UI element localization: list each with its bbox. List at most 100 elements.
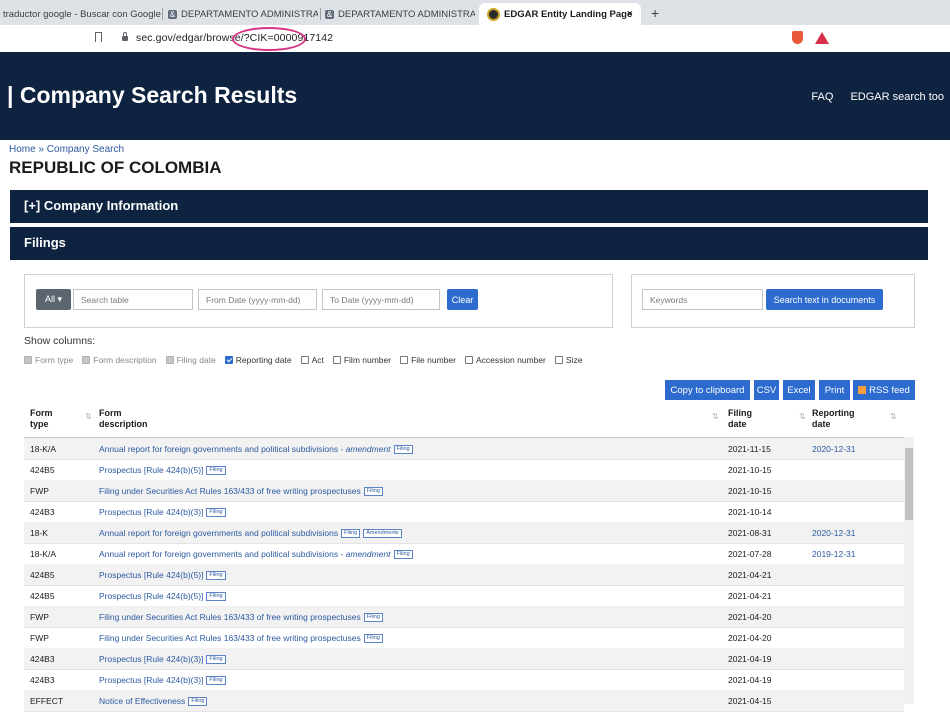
reporting-date-cell[interactable]: 2019-12-31 [812, 549, 855, 559]
new-tab-icon[interactable]: + [651, 5, 659, 21]
filing-button[interactable]: Filing [363, 487, 383, 497]
filing-button[interactable]: Filing [206, 676, 226, 686]
column-header-form-type[interactable]: Form type [30, 408, 70, 430]
filing-button[interactable]: Filing [206, 508, 226, 518]
form-description-cell: Filing under Securities Act Rules 163/43… [99, 612, 383, 623]
filing-button[interactable]: Filing [393, 445, 413, 455]
all-dropdown-button[interactable]: All ▾ [36, 289, 71, 310]
reporting-date-cell[interactable]: 2020-12-31 [812, 528, 855, 538]
tab-google[interactable]: traductor google - Buscar con Google [0, 3, 163, 25]
filing-button[interactable]: Filing [341, 529, 361, 539]
company-information-toggle[interactable]: [+] Company Information [10, 190, 928, 223]
amendments-button[interactable]: Amendments [363, 529, 402, 539]
form-description-link[interactable]: Filing under Securities Act Rules 163/43… [99, 612, 361, 622]
column-header-form-description[interactable]: Form description [99, 408, 159, 430]
checkbox-label: Reporting date [235, 355, 292, 365]
tab-departamento-1[interactable]: & DEPARTAMENTO ADMINISTRATIVO D [168, 3, 318, 25]
copy-to-clipboard-button[interactable]: Copy to clipboard [665, 380, 750, 400]
column-toggle-accession-number[interactable]: Accession number [464, 355, 546, 365]
filing-button[interactable]: Filing [206, 655, 226, 665]
checkbox-form-description [82, 356, 91, 364]
form-type-cell: 424B5 [30, 591, 55, 601]
filing-date-cell: 2021-04-20 [728, 612, 772, 622]
form-description-cell: Annual report for foreign governments an… [99, 444, 413, 455]
checkbox-file-number[interactable] [400, 356, 409, 364]
form-description-link[interactable]: Filing under Securities Act Rules 163/43… [99, 486, 361, 496]
brave-shield-icon[interactable] [792, 31, 803, 44]
column-header-reporting-date[interactable]: Reporting date [812, 408, 862, 430]
filing-button[interactable]: Filing [188, 697, 208, 707]
column-toggle-act[interactable]: Act [300, 355, 324, 365]
column-toggle-file-number[interactable]: File number [400, 355, 456, 365]
site-header: | Company Search Results FAQ EDGAR searc… [0, 52, 950, 140]
form-description-link[interactable]: Annual report for foreign governments an… [99, 549, 346, 559]
sort-icon[interactable]: ⇅ [890, 412, 897, 421]
form-description-cell: Prospectus [Rule 424(b)(3)] Filing [99, 675, 226, 686]
filing-button[interactable]: Filing [206, 592, 226, 602]
form-description-link[interactable]: Annual report for foreign governments an… [99, 528, 338, 538]
from-date-input[interactable]: From Date (yyyy-mm-dd) [198, 289, 317, 310]
filing-button[interactable]: Filing [206, 571, 226, 581]
page-title: | Company Search Results [7, 82, 298, 108]
excel-button[interactable]: Excel [783, 380, 815, 400]
form-type-cell: FWP [30, 633, 49, 643]
keywords-input[interactable]: Keywords [642, 289, 763, 310]
column-toggle-reporting-date[interactable]: Reporting date [224, 355, 292, 365]
form-description-link[interactable]: Prospectus [Rule 424(b)(3)] [99, 654, 203, 664]
form-description-link[interactable]: Prospectus [Rule 424(b)(5)] [99, 570, 203, 580]
column-header-filing-date[interactable]: Filing date [728, 408, 768, 430]
table-row: 424B5 Prospectus [Rule 424(b)(5)] Filing 20… [24, 459, 904, 481]
form-type-cell: 18-K/A [30, 549, 56, 559]
table-row: 18-K Annual report for foreign government… [24, 522, 904, 544]
rewards-triangle-icon[interactable] [815, 32, 829, 44]
clear-button[interactable]: Clear [447, 289, 478, 310]
checkbox-size[interactable] [554, 356, 563, 364]
form-description-cell: Filing under Securities Act Rules 163/43… [99, 633, 383, 644]
filing-date-cell: 2021-04-21 [728, 570, 772, 580]
filing-button[interactable]: Filing [363, 634, 383, 644]
form-description-link[interactable]: Filing under Securities Act Rules 163/43… [99, 633, 361, 643]
reporting-date-cell[interactable]: 2020-12-31 [812, 444, 855, 454]
checkbox-label: Form description [93, 355, 157, 365]
form-description-link[interactable]: Prospectus [Rule 424(b)(3)] [99, 675, 203, 685]
rss-feed-button[interactable]: RSS feed [853, 380, 915, 400]
tab-close-icon[interactable]: × [627, 8, 633, 20]
column-toggle-size[interactable]: Size [554, 355, 582, 365]
form-description-link[interactable]: Notice of Effectiveness [99, 696, 185, 706]
site-favicon-icon: & [168, 9, 177, 19]
nav-edgar-search-link[interactable]: EDGAR search too [850, 91, 944, 103]
checkbox-accession-number[interactable] [464, 356, 473, 364]
search-documents-button[interactable]: Search text in documents [766, 289, 883, 310]
filing-button[interactable]: Filing [363, 613, 383, 623]
sort-icon[interactable]: ⇅ [712, 412, 719, 421]
tab-google-label: traductor google - Buscar con Google [3, 8, 161, 20]
nav-faq-link[interactable]: FAQ [811, 91, 833, 103]
sort-icon[interactable]: ⇅ [799, 412, 806, 421]
form-description-link[interactable]: Prospectus [Rule 424(b)(5)] [99, 465, 203, 475]
breadcrumb[interactable]: Home » Company Search [9, 144, 124, 155]
checkbox-act[interactable] [300, 356, 309, 364]
form-description-link[interactable]: Prospectus [Rule 424(b)(3)] [99, 507, 203, 517]
form-description-link[interactable]: Annual report for foreign governments an… [99, 444, 346, 454]
filing-button[interactable]: Filing [206, 466, 226, 476]
table-scrollbar-thumb[interactable] [905, 448, 913, 520]
lock-icon[interactable] [122, 36, 128, 41]
checkbox-reporting-date[interactable] [224, 356, 233, 364]
to-date-input[interactable]: To Date (yyyy-mm-dd) [322, 289, 440, 310]
tab-departamento-2[interactable]: & DEPARTAMENTO ADMINISTRATIVO D [325, 3, 475, 25]
checkbox-film-number[interactable] [332, 356, 341, 364]
csv-button[interactable]: CSV [754, 380, 779, 400]
table-row: FWP Filing under Securities Act Rules 163… [24, 627, 904, 649]
form-type-cell: 18-K [30, 528, 48, 538]
print-button[interactable]: Print [819, 380, 850, 400]
form-description-cell: Prospectus [Rule 424(b)(3)] Filing [99, 654, 226, 665]
bookmark-icon[interactable] [95, 32, 102, 42]
tab-edgar[interactable]: EDGAR Entity Landing Page × [479, 3, 641, 25]
search-table-input[interactable]: Search table [73, 289, 193, 310]
filing-button[interactable]: Filing [393, 550, 413, 560]
form-description-link[interactable]: Prospectus [Rule 424(b)(5)] [99, 591, 203, 601]
column-toggle-film-number[interactable]: Film number [332, 355, 391, 365]
sort-icon[interactable]: ⇅ [85, 412, 92, 421]
tab-departamento-2-label: DEPARTAMENTO ADMINISTRATIVO D [338, 8, 475, 20]
checkbox-label: Act [311, 355, 324, 365]
